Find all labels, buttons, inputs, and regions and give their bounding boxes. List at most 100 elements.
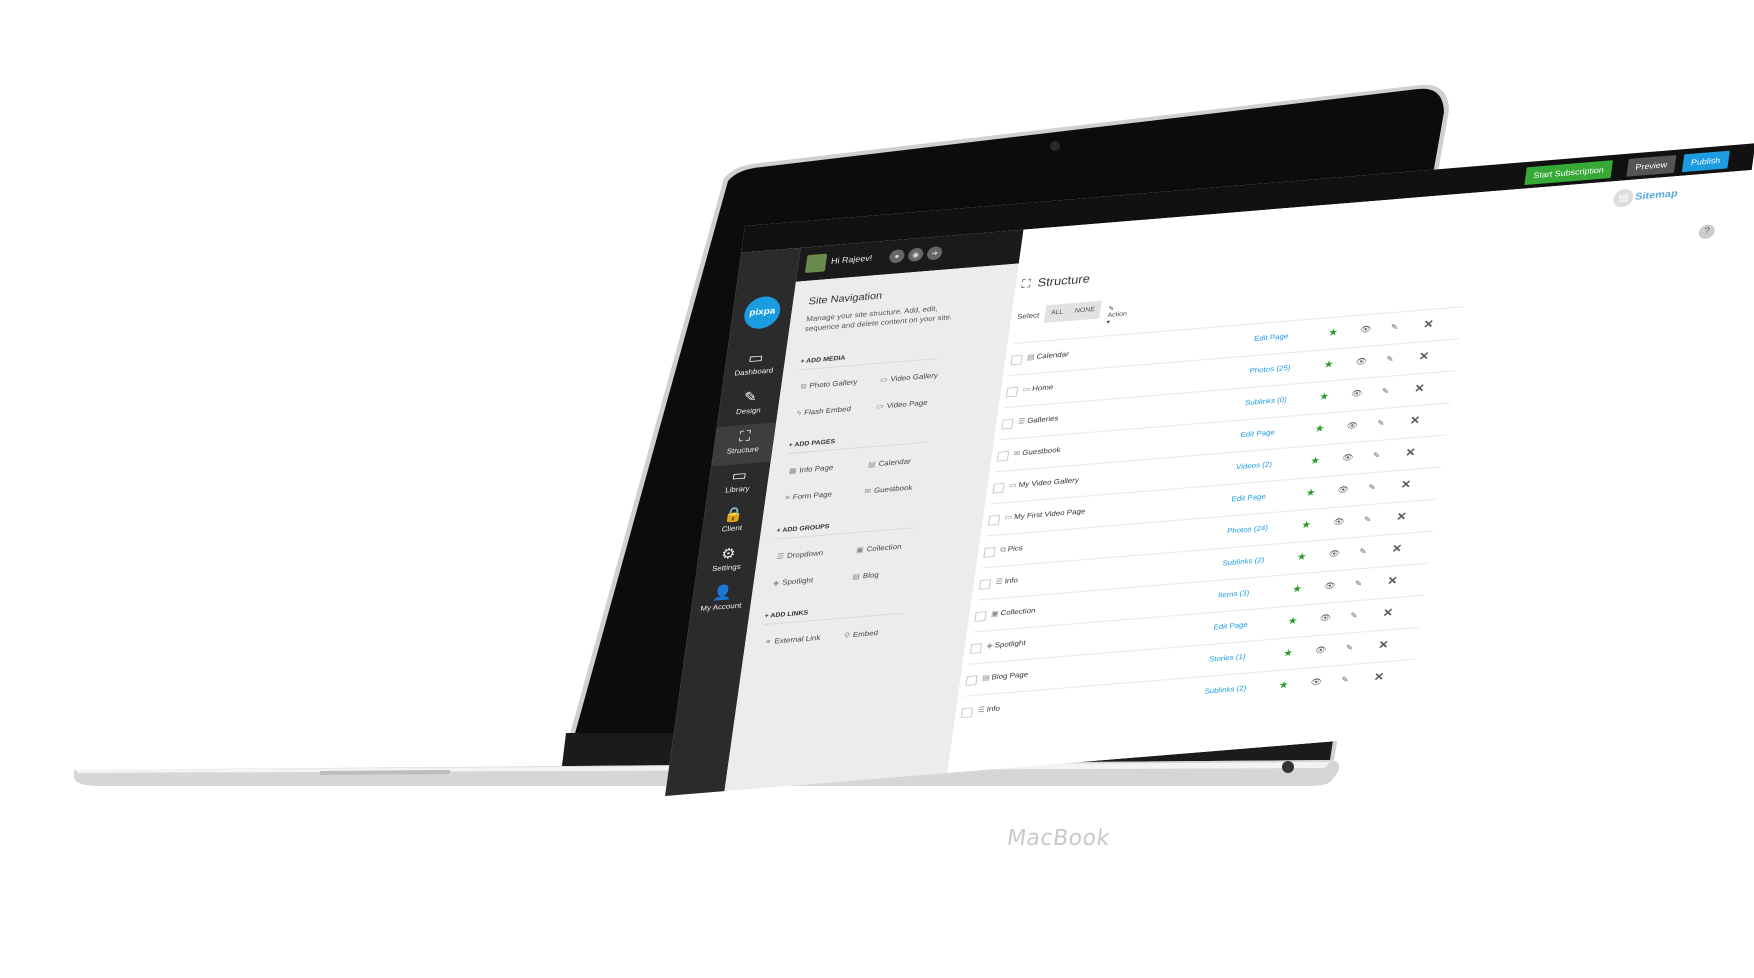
eye-icon[interactable]: 👁	[1332, 517, 1345, 528]
nav-client[interactable]: 🔒 Client	[700, 501, 765, 545]
eye-icon[interactable]: 👁	[1355, 356, 1368, 367]
row-link[interactable]: Videos (2)	[1235, 460, 1272, 471]
eye-icon[interactable]: 👁	[1359, 324, 1372, 335]
add-guestbook[interactable]: ✉ Guestbook	[864, 483, 913, 495]
add-pages-heading[interactable]: + ADD PAGES	[788, 439, 835, 449]
row-link[interactable]: Edit Page	[1253, 332, 1289, 343]
row-checkbox[interactable]	[992, 482, 1005, 494]
row-title[interactable]: ▭My Video Gallery	[1009, 476, 1080, 490]
row-title[interactable]: ☰Info	[977, 704, 1000, 714]
star-icon[interactable]: ★	[1328, 326, 1339, 338]
add-info-page[interactable]: ▦ Info Page	[788, 463, 834, 475]
edit-icon[interactable]: ✎	[1377, 418, 1386, 428]
delete-icon[interactable]: ✕	[1423, 317, 1435, 330]
row-checkbox[interactable]	[960, 707, 974, 719]
nav-structure[interactable]: ⛶ Structure	[711, 422, 777, 467]
delete-icon[interactable]: ✕	[1414, 382, 1426, 395]
row-checkbox[interactable]	[983, 547, 996, 558]
row-link[interactable]: Edit Page	[1240, 428, 1276, 439]
row-link[interactable]: Sublinks (0)	[1244, 396, 1287, 407]
add-embed[interactable]: ⚲ Embed	[844, 629, 879, 640]
add-groups-heading[interactable]: + ADD GROUPS	[776, 524, 830, 535]
row-link[interactable]: Edit Page	[1213, 621, 1249, 632]
star-icon[interactable]: ★	[1314, 422, 1325, 434]
star-icon[interactable]: ★	[1305, 486, 1316, 498]
nav-design[interactable]: ✎ Design	[717, 383, 782, 427]
start-subscription-button[interactable]: Start Subscription	[1524, 160, 1614, 186]
edit-icon[interactable]: ✎	[1341, 675, 1350, 685]
add-collection[interactable]: ▣ Collection	[856, 542, 902, 554]
row-title[interactable]: ☰Info	[995, 576, 1018, 586]
sitemap-icon[interactable]: ▤	[1612, 188, 1635, 208]
star-icon[interactable]: ★	[1292, 583, 1303, 595]
row-checkbox[interactable]	[1001, 418, 1014, 430]
nav-my-account[interactable]: 👤 My Account	[689, 579, 754, 623]
delete-icon[interactable]: ✕	[1396, 510, 1408, 523]
edit-icon[interactable]: ✎	[1368, 482, 1377, 492]
delete-icon[interactable]: ✕	[1409, 414, 1421, 427]
edit-icon[interactable]: ✎	[1381, 386, 1390, 396]
add-video-page[interactable]: ▭ Video Page	[876, 399, 928, 411]
row-title[interactable]: ☰Galleries	[1018, 414, 1059, 425]
row-title[interactable]: ▤Blog Page	[982, 670, 1029, 682]
edit-icon[interactable]: ✎	[1386, 354, 1395, 364]
eye-icon[interactable]: 👁	[1350, 388, 1363, 399]
select-none-button[interactable]: NONE	[1067, 300, 1102, 322]
star-icon[interactable]: ★	[1310, 454, 1321, 466]
add-form-page[interactable]: ≡ Form Page	[785, 490, 833, 502]
delete-icon[interactable]: ✕	[1391, 542, 1403, 555]
eye-icon[interactable]: 👁	[1337, 485, 1350, 496]
edit-icon[interactable]: ✎	[1350, 611, 1359, 621]
star-icon[interactable]: ★	[1278, 679, 1289, 691]
star-icon[interactable]: ★	[1301, 519, 1312, 530]
nav-settings[interactable]: ⚙ Settings	[695, 540, 760, 584]
select-all-button[interactable]: ALL	[1043, 303, 1071, 324]
eye-icon[interactable]: 👁	[1328, 549, 1341, 560]
row-link[interactable]: Edit Page	[1231, 492, 1267, 503]
row-checkbox[interactable]	[987, 514, 1001, 526]
row-checkbox[interactable]	[969, 643, 983, 654]
row-title[interactable]: ▭My First Video Page	[1004, 507, 1086, 522]
sitemap-link[interactable]: Sitemap	[1634, 188, 1678, 202]
preview-button[interactable]: Preview	[1626, 155, 1677, 177]
delete-icon[interactable]: ✕	[1400, 478, 1412, 491]
row-title[interactable]: ▣Collection	[991, 606, 1036, 618]
add-flash-embed[interactable]: ϟ Flash Embed	[796, 405, 851, 417]
eye-icon[interactable]: 👁	[1346, 421, 1359, 432]
edit-icon[interactable]: ✎	[1354, 579, 1363, 589]
eye-icon[interactable]: 👁	[1341, 453, 1354, 464]
edit-icon[interactable]: ✎	[1363, 514, 1372, 524]
row-link[interactable]: Sublinks (2)	[1222, 556, 1265, 567]
add-video-gallery[interactable]: ▭ Video Gallery	[879, 371, 938, 384]
eye-icon[interactable]: 👁	[1323, 581, 1336, 592]
edit-icon[interactable]: ✎	[1359, 547, 1368, 557]
add-media-heading[interactable]: + ADD MEDIA	[800, 355, 846, 365]
publish-button[interactable]: Publish	[1681, 150, 1730, 173]
add-links-heading[interactable]: + ADD LINKS	[764, 610, 808, 620]
row-title[interactable]: ⧉Pics	[999, 544, 1024, 555]
chat-icon[interactable]: ◉	[907, 247, 925, 263]
add-photo-gallery[interactable]: ⧉ Photo Gallery	[800, 378, 858, 392]
row-title[interactable]: ◈Spotlight	[986, 639, 1026, 650]
row-checkbox[interactable]	[996, 450, 1010, 462]
row-link[interactable]: Photos (24)	[1226, 524, 1268, 535]
nav-library[interactable]: ▭ Library	[706, 462, 771, 506]
nav-dashboard[interactable]: ▭ Dashboard	[722, 344, 787, 388]
logout-icon[interactable]: ➜	[926, 245, 943, 261]
row-link[interactable]: Stories (1)	[1208, 652, 1246, 663]
delete-icon[interactable]: ✕	[1418, 350, 1430, 363]
add-spotlight[interactable]: ◈ Spotlight	[773, 576, 814, 587]
edit-icon[interactable]: ✎	[1345, 643, 1354, 653]
add-blog[interactable]: ▤ Blog	[852, 571, 879, 581]
star-icon[interactable]: ★	[1283, 647, 1294, 659]
delete-icon[interactable]: ✕	[1405, 446, 1417, 459]
row-checkbox[interactable]	[1005, 386, 1019, 398]
row-link[interactable]: Photos (25)	[1249, 364, 1291, 375]
delete-icon[interactable]: ✕	[1373, 670, 1385, 683]
star-icon[interactable]: ★	[1287, 615, 1298, 627]
action-dropdown[interactable]: ✎ Action ▾	[1106, 304, 1128, 326]
star-icon[interactable]: ★	[1296, 551, 1307, 562]
edit-icon[interactable]: ✎	[1390, 322, 1399, 332]
row-checkbox[interactable]	[965, 675, 978, 686]
row-checkbox[interactable]	[1010, 354, 1023, 366]
